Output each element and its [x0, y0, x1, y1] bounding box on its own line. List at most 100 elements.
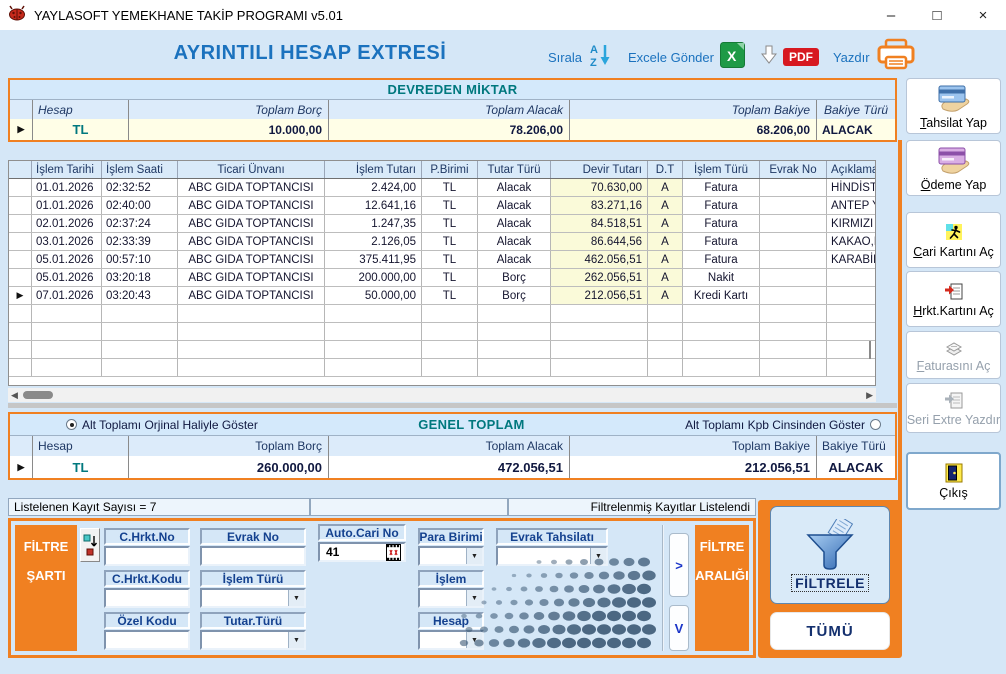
cell: [759, 359, 826, 376]
cell: [826, 287, 875, 304]
auto-cari-no-field[interactable]: [318, 542, 406, 562]
row-indicator: [9, 359, 31, 376]
cell: [759, 287, 826, 304]
row-indicator: [9, 197, 31, 214]
button-label: Cari Kartını Aç: [913, 245, 994, 259]
scroll-left-icon[interactable]: ◀: [11, 389, 18, 401]
ozel-kodu-input[interactable]: [104, 630, 190, 650]
radio-unselected-icon[interactable]: [870, 419, 881, 430]
pdf-export-button[interactable]: PDF: [761, 45, 819, 70]
sort-label: Sırala: [548, 50, 582, 65]
genel-toplam-panel: Alt Toplamı Orjinal Haliyle Göster GENEL…: [8, 412, 897, 480]
cell: [647, 359, 682, 376]
column-header-devir-tutari[interactable]: Devir Tutarı: [550, 161, 647, 178]
radio-kpb[interactable]: Alt Toplamı Kpb Cinsinden Göster: [685, 418, 881, 432]
cell: [324, 305, 421, 322]
odeme-yap-button[interactable]: Ödeme Yap: [906, 140, 1001, 196]
cell: 84.518,51: [550, 215, 647, 232]
column-header-islem-tutari[interactable]: İşlem Tutarı: [324, 161, 421, 178]
print-button[interactable]: Yazdır: [833, 38, 916, 76]
print-label: Yazdır: [833, 50, 870, 65]
cell: 262.056,51: [550, 269, 647, 286]
expand-right-button[interactable]: >: [669, 533, 689, 597]
cell: [647, 323, 682, 340]
transaction-row[interactable]: 02.01.202602:37:24ABC GIDA TOPTANCISI1.2…: [9, 215, 875, 233]
auto-cari-no-input[interactable]: [323, 545, 386, 559]
cell: ANTEP YEŞİL: [826, 197, 875, 214]
column-header-islem-saati[interactable]: İşlem Saati: [101, 161, 177, 178]
film-icon[interactable]: [386, 544, 401, 561]
button-label: Tahsilat Yap: [920, 116, 987, 130]
grid-hscrollbar[interactable]: ◀ ▶: [8, 388, 876, 402]
column-header-ticari-unvani[interactable]: Ticari Ünvanı: [177, 161, 324, 178]
chrkt-no-input[interactable]: [104, 546, 190, 566]
column-header-aciklama[interactable]: Açıklama: [826, 161, 875, 178]
scroll-right-icon[interactable]: ▶: [866, 389, 873, 401]
titlebar: YAYLASOFT YEMEKHANE TAKİP PROGRAMI v5.01…: [0, 0, 1006, 30]
cikis-button[interactable]: Çıkış: [906, 452, 1001, 510]
genel-row[interactable]: ▶ TL 260.000,00 472.056,51 212.056,51 AL…: [10, 456, 895, 478]
cell: KIRMIZI TOZ: [826, 215, 875, 232]
row-indicator-column: [9, 161, 31, 178]
transaction-row[interactable]: 05.01.202600:57:10ABC GIDA TOPTANCISI375…: [9, 251, 875, 269]
row-indicator-column: [10, 100, 32, 119]
toplam-borc-cell: 260.000,00: [128, 456, 328, 478]
column-header-pbirimi[interactable]: P.Birimi: [421, 161, 477, 178]
close-button[interactable]: ×: [960, 0, 1006, 30]
transaction-row[interactable]: 05.01.202603:20:18ABC GIDA TOPTANCISI200…: [9, 269, 875, 287]
hesap-cell: TL: [32, 456, 128, 478]
swap-sort-button[interactable]: [80, 528, 100, 562]
column-header-dt[interactable]: D.T: [647, 161, 682, 178]
cari-kartini-ac-button[interactable]: Cari Kartını Aç: [906, 212, 1001, 268]
tahsilat-yap-button[interactable]: Tahsilat Yap: [906, 78, 1001, 134]
cell: 375.411,95: [324, 251, 421, 268]
transaction-row[interactable]: 01.01.202602:40:00ABC GIDA TOPTANCISI12.…: [9, 197, 875, 215]
chrkt-kodu-label: C.Hrkt.Kodu: [104, 570, 190, 587]
cell: [759, 305, 826, 322]
divider: [8, 403, 897, 408]
hrkt-kartini-ac-button[interactable]: Hrkt.Kartını Aç: [906, 271, 1001, 327]
bakiye-turu-cell: ALACAK: [816, 456, 895, 478]
devreden-row[interactable]: ▶ TL 10.000,00 78.206,00 68.206,00 ALACA…: [10, 119, 895, 140]
chevron-down-icon[interactable]: ▼: [288, 632, 304, 648]
swap-sort-icon: [83, 532, 98, 558]
cell: Nakit: [682, 269, 759, 286]
expand-down-button[interactable]: V: [669, 605, 689, 651]
islem-turu-select[interactable]: ▼: [200, 588, 306, 608]
card-hand-blue-icon: [935, 83, 973, 113]
cell: TL: [421, 197, 477, 214]
excel-export-button[interactable]: Excele Gönder X: [628, 42, 745, 73]
column-header-tutar-turu[interactable]: Tutar Türü: [477, 161, 550, 178]
cell: 05.01.2026: [31, 269, 101, 286]
tumu-button[interactable]: TÜMÜ: [770, 612, 890, 650]
toplam-bakiye-cell: 68.206,00: [569, 119, 816, 140]
sort-button[interactable]: Sırala A Z: [548, 42, 612, 73]
evrak-no-input[interactable]: [200, 546, 306, 566]
radio-selected-icon[interactable]: [66, 419, 77, 430]
column-header-islem-turu[interactable]: İşlem Türü: [682, 161, 759, 178]
filtrele-button[interactable]: FİLTRELE: [770, 506, 890, 604]
cell: [682, 323, 759, 340]
chevron-down-icon[interactable]: ▼: [288, 590, 304, 606]
row-indicator: [9, 215, 31, 232]
minimize-button[interactable]: –: [868, 0, 914, 30]
cell: 03:20:18: [101, 269, 177, 286]
printer-icon: [876, 38, 916, 76]
transaction-row[interactable]: 03.01.202602:33:39ABC GIDA TOPTANCISI2.1…: [9, 233, 875, 251]
chrkt-kodu-input[interactable]: [104, 588, 190, 608]
tutar-turu-select[interactable]: ▼: [200, 630, 306, 650]
row-indicator: [9, 233, 31, 250]
grid-vscrollbar-thumb[interactable]: [869, 341, 871, 359]
cell: [759, 215, 826, 232]
column-header-islem-tarihi[interactable]: İşlem Tarihi: [31, 161, 101, 178]
maximize-button[interactable]: □: [914, 0, 960, 30]
column-header-evrak-no[interactable]: Evrak No: [759, 161, 826, 178]
transaction-row[interactable]: ▶07.01.202603:20:43ABC GIDA TOPTANCISI50…: [9, 287, 875, 305]
hscrollbar-thumb[interactable]: [23, 391, 53, 399]
radio-orjinal[interactable]: Alt Toplamı Orjinal Haliyle Göster: [66, 418, 258, 432]
button-label: Hrkt.Kartını Aç: [913, 304, 994, 318]
cell: [477, 359, 550, 376]
transaction-row[interactable]: 01.01.202602:32:52ABC GIDA TOPTANCISI2.4…: [9, 179, 875, 197]
cell: [31, 359, 101, 376]
para-birimi-label: Para Birimi: [418, 528, 484, 545]
